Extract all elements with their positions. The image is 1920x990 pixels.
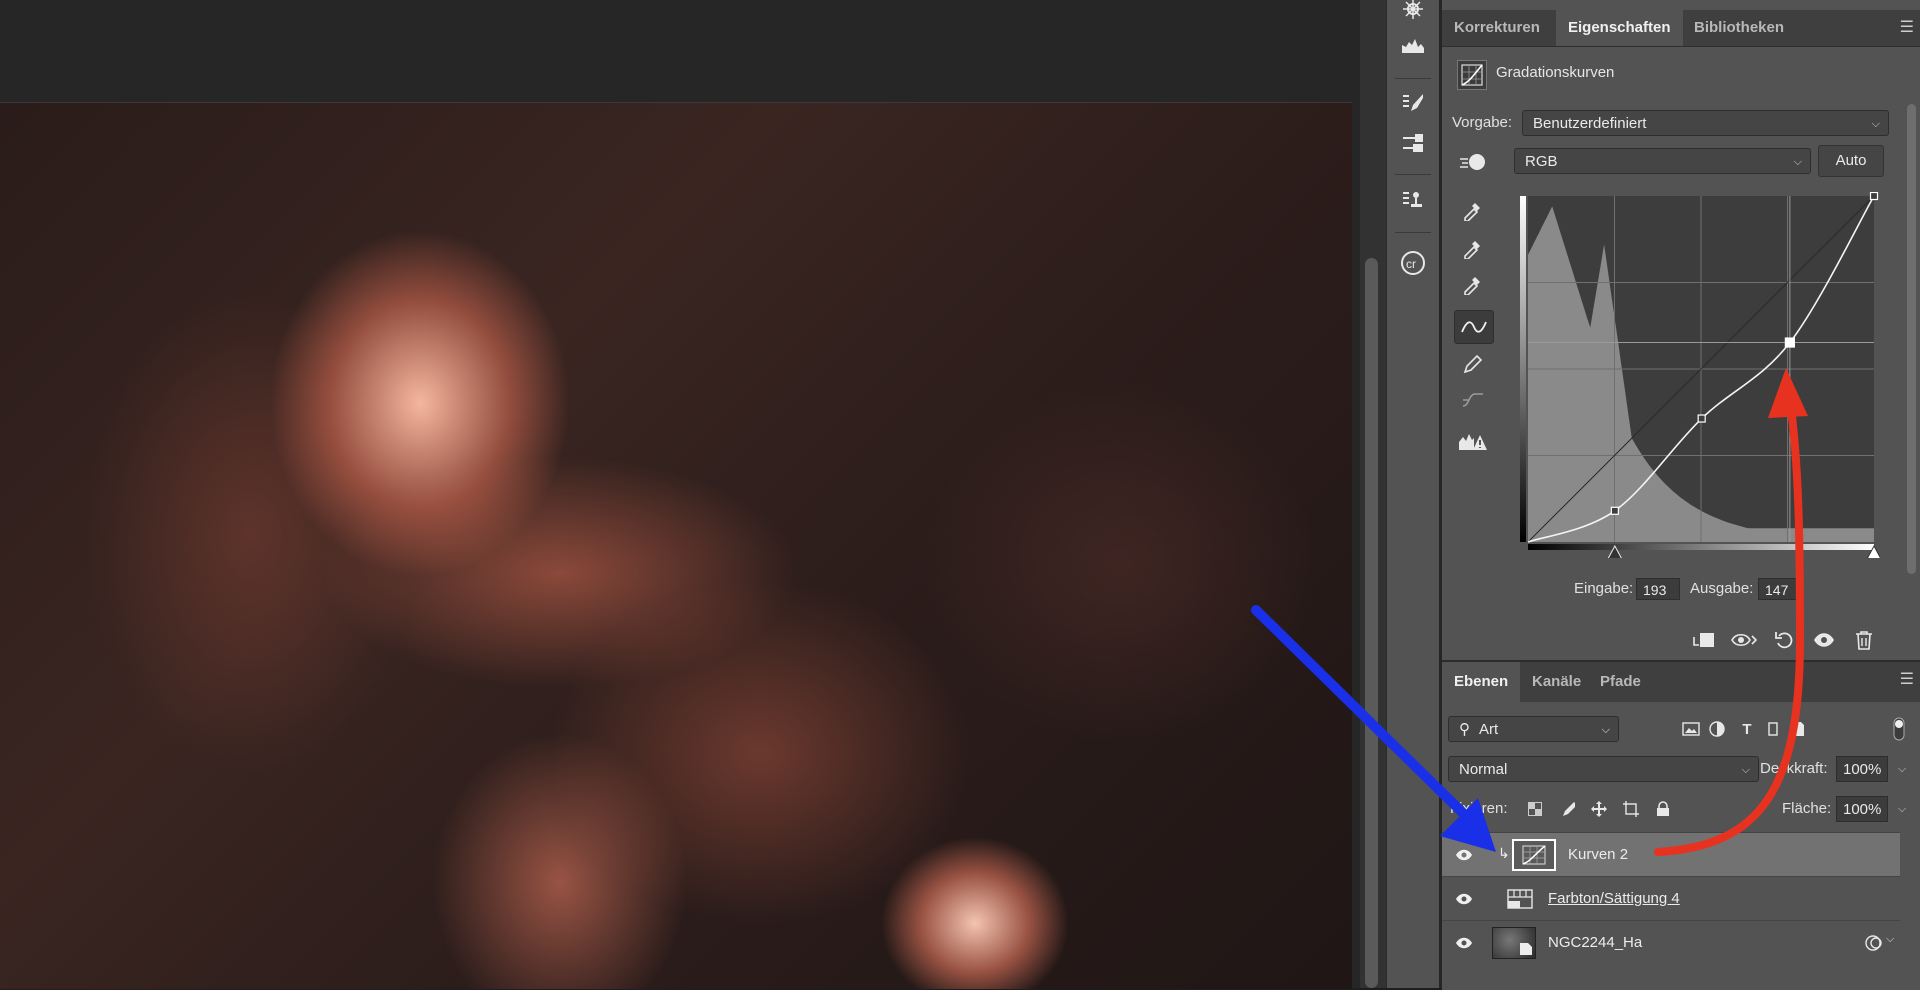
layer-name[interactable]: Kurven 2 — [1568, 846, 1628, 863]
curve-control-point — [1610, 506, 1619, 515]
pencil-draw-icon[interactable] — [1454, 348, 1492, 380]
tab-bibliotheken[interactable]: Bibliotheken — [1682, 10, 1796, 46]
blend-mode-value: Normal — [1459, 761, 1508, 778]
panel-icon-strip: cr — [1386, 0, 1440, 988]
properties-panel: Korrekturen Eigenschaften Bibliotheken ☰… — [1442, 0, 1920, 660]
curve-control-point — [1869, 192, 1879, 201]
input-label: Eingabe: — [1574, 580, 1634, 597]
camera-raw-icon[interactable]: cr — [1387, 246, 1439, 280]
properties-tab-bar: Korrekturen Eigenschaften Bibliotheken ☰ — [1442, 10, 1920, 47]
search-icon: ⚲ — [1459, 721, 1470, 738]
lock-artboard-icon[interactable] — [1618, 796, 1644, 822]
adjustment-title: Gradationskurven — [1496, 64, 1615, 81]
filter-smart-objects-icon[interactable] — [1786, 716, 1812, 742]
toggle-visibility-icon[interactable] — [1804, 622, 1844, 658]
channel-dropdown[interactable]: RGB ⌵ — [1514, 148, 1811, 174]
input-gradient-bar — [1528, 544, 1874, 550]
preset-value: Benutzerdefiniert — [1533, 115, 1647, 132]
lock-position-icon[interactable] — [1586, 796, 1612, 822]
clipping-arrow-icon: ↳ — [1498, 845, 1510, 861]
tab-ebenen[interactable]: Ebenen — [1442, 662, 1521, 702]
chevron-down-icon[interactable]: ⌵ — [1886, 933, 1894, 946]
filter-pixel-layers-icon[interactable] — [1678, 716, 1704, 742]
layers-panel: Ebenen Kanäle Pfade ☰ ⚲ Art ⌵ T Normal ⌵… — [1442, 660, 1920, 990]
delete-icon[interactable] — [1844, 622, 1884, 658]
chevron-down-icon[interactable]: ⌵ — [1892, 756, 1912, 782]
histogram-icon[interactable] — [1387, 28, 1439, 62]
chevron-down-icon: ⌵ — [1793, 156, 1802, 168]
preset-dropdown[interactable]: Benutzerdefiniert ⌵ — [1522, 110, 1889, 136]
layer-row-ngc2244-ha[interactable]: NGC2244_Ha ⌵ — [1442, 920, 1900, 965]
tab-pfade[interactable]: Pfade — [1588, 662, 1653, 702]
panel-menu-icon[interactable]: ☰ — [1900, 10, 1914, 46]
on-image-adjust-icon[interactable] — [1454, 146, 1492, 178]
fill-label: Fläche: — [1782, 800, 1832, 817]
curve-points-tool-icon[interactable] — [1454, 310, 1494, 344]
tab-kanaele[interactable]: Kanäle — [1520, 662, 1593, 702]
chevron-down-icon: ⌵ — [1871, 118, 1880, 130]
layer-row-farbton-saettigung-4[interactable]: Farbton/Sättigung 4 — [1442, 876, 1900, 921]
filter-toggle-icon[interactable] — [1886, 716, 1912, 742]
hue-saturation-thumbnail[interactable] — [1498, 883, 1542, 915]
eye-icon[interactable] — [1454, 889, 1474, 909]
nebula-image[interactable] — [0, 102, 1352, 989]
curves-adjustment-icon — [1457, 60, 1487, 90]
reset-icon[interactable] — [1764, 622, 1804, 658]
chevron-down-icon: ⌵ — [1741, 764, 1750, 776]
tool-presets-icon[interactable] — [1387, 126, 1439, 160]
layers-tab-bar: Ebenen Kanäle Pfade ☰ — [1442, 662, 1920, 702]
curves-layer-thumbnail[interactable] — [1512, 839, 1556, 871]
lock-all-icon[interactable] — [1650, 796, 1676, 822]
curve-control-point — [1784, 337, 1795, 348]
clip-to-layer-icon[interactable] — [1684, 622, 1724, 658]
clone-source-icon[interactable] — [1387, 184, 1439, 218]
layer-filter-kind-dropdown[interactable]: ⚲ Art ⌵ — [1448, 716, 1619, 742]
properties-scrollbar[interactable] — [1907, 104, 1916, 574]
document-canvas-area — [0, 0, 1360, 989]
eye-icon[interactable] — [1454, 933, 1474, 953]
chevron-down-icon: ⌵ — [1601, 724, 1610, 736]
canvas-scrollbar-thumb[interactable] — [1365, 258, 1378, 988]
svg-text:cr: cr — [1406, 257, 1416, 271]
layer-effects-icon[interactable] — [1864, 933, 1884, 957]
black-point-eyedropper-icon[interactable] — [1454, 194, 1492, 226]
opacity-label: Deckkraft: — [1760, 760, 1828, 777]
chevron-down-icon[interactable]: ⌵ — [1892, 796, 1912, 822]
white-point-eyedropper-icon[interactable] — [1454, 268, 1492, 300]
brush-settings-icon[interactable] — [1387, 86, 1439, 120]
output-value-field[interactable]: 147 — [1758, 578, 1802, 600]
output-gradient-bar — [1520, 196, 1526, 542]
image-layer-thumbnail[interactable] — [1492, 927, 1536, 959]
lock-image-pixels-icon[interactable] — [1554, 796, 1580, 822]
auto-button[interactable]: Auto — [1818, 145, 1884, 177]
output-label: Ausgabe: — [1690, 580, 1754, 597]
smooth-curve-icon[interactable] — [1454, 384, 1492, 416]
filter-type-layers-icon[interactable]: T — [1734, 716, 1760, 742]
gray-point-eyedropper-icon[interactable] — [1454, 232, 1492, 264]
curves-graph[interactable] — [1514, 192, 1880, 558]
curve-control-point — [1697, 414, 1706, 423]
filter-shape-layers-icon[interactable] — [1760, 716, 1786, 742]
layers-menu-icon[interactable]: ☰ — [1900, 662, 1914, 698]
lock-label: Fixieren: — [1450, 800, 1508, 817]
lock-transparent-pixels-icon[interactable] — [1522, 796, 1548, 822]
blend-mode-dropdown[interactable]: Normal ⌵ — [1448, 756, 1759, 782]
filter-kind-value: Art — [1479, 721, 1499, 738]
opacity-field[interactable]: 100% — [1836, 756, 1888, 782]
properties-footer — [1684, 622, 1884, 658]
channel-value: RGB — [1525, 153, 1558, 170]
navigator-icon[interactable] — [1387, 0, 1439, 26]
eye-icon[interactable] — [1454, 845, 1474, 865]
tab-eigenschaften[interactable]: Eigenschaften — [1556, 10, 1683, 46]
fill-field[interactable]: 100% — [1836, 796, 1888, 822]
view-previous-icon[interactable] — [1724, 622, 1764, 658]
filter-adjustment-layers-icon[interactable] — [1704, 716, 1730, 742]
layer-name[interactable]: Farbton/Sättigung 4 — [1548, 890, 1680, 907]
layer-name[interactable]: NGC2244_Ha — [1548, 934, 1642, 951]
input-value-field[interactable]: 193 — [1636, 578, 1680, 600]
preset-label: Vorgabe: — [1452, 114, 1513, 131]
tab-korrekturen[interactable]: Korrekturen — [1442, 10, 1552, 46]
clipping-warning-icon[interactable] — [1454, 426, 1492, 458]
layer-row-kurven-2[interactable]: ↳ Kurven 2 — [1442, 832, 1900, 877]
